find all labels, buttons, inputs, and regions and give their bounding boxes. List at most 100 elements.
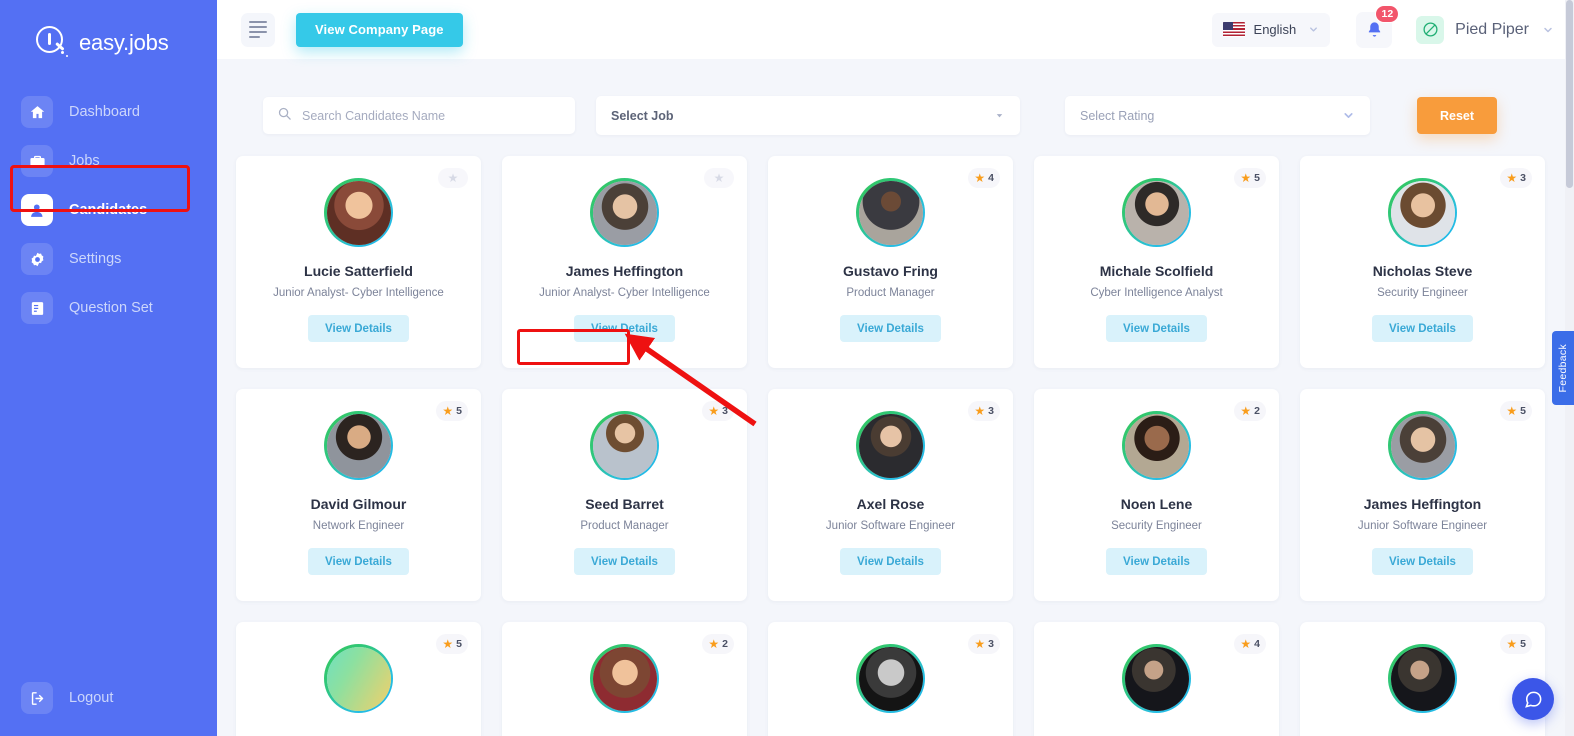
rating-badge[interactable]: ★ 5 <box>436 401 468 421</box>
rating-badge[interactable]: ★ 5 <box>1234 168 1266 188</box>
chat-bubble-icon <box>1524 691 1541 708</box>
star-icon: ★ <box>1506 171 1518 185</box>
search-input[interactable] <box>302 108 561 123</box>
candidate-role: Junior Software Engineer <box>825 520 956 532</box>
rating-badge[interactable]: ★ 4 <box>1234 634 1266 654</box>
hamburger-icon[interactable] <box>241 12 275 47</box>
candidate-name: Axel Rose <box>856 496 925 512</box>
candidate-card[interactable]: ★ 5 <box>236 622 481 736</box>
candidate-role: Cyber Intelligence Analyst <box>1090 287 1223 299</box>
view-details-button[interactable]: View Details <box>574 548 675 575</box>
view-details-button[interactable]: View Details <box>308 548 409 575</box>
view-details-button[interactable]: View Details <box>840 315 941 342</box>
candidate-card[interactable]: ★ 5 James Heffington Junior Software Engine… <box>1300 389 1545 601</box>
app-root: easy.jobs Dashboard Jobs Candidates Sett… <box>0 0 1574 736</box>
candidate-card[interactable]: ★ 3 <box>768 622 1013 736</box>
search-candidates-box[interactable] <box>263 97 575 134</box>
candidate-role: Product Manager <box>846 287 935 299</box>
select-rating-label: Select Rating <box>1080 108 1155 123</box>
candidate-role: Security Engineer <box>1111 520 1202 532</box>
rating-value: 3 <box>1520 172 1526 184</box>
candidate-name: Seed Barret <box>585 496 664 512</box>
notifications-button[interactable]: 12 <box>1356 4 1400 48</box>
candidate-name: Lucie Satterfield <box>304 263 413 279</box>
language-selector[interactable]: English <box>1211 12 1331 47</box>
rating-badge[interactable]: ★ 2 <box>1234 401 1266 421</box>
view-details-button[interactable]: View Details <box>1106 315 1207 342</box>
avatar <box>1388 178 1457 247</box>
gear-icon <box>21 243 53 275</box>
star-icon: ★ <box>708 404 720 418</box>
rating-value: 4 <box>1254 638 1260 650</box>
candidate-card[interactable]: ★ 2 Noen Lene Security Engineer View Details <box>1034 389 1279 601</box>
candidate-card[interactable]: ★ Lucie Satterfield Junior Analyst- Cyber … <box>236 156 481 368</box>
select-job-label: Select Job <box>611 108 674 123</box>
sidebar-item-dashboard[interactable]: Dashboard <box>0 92 217 132</box>
sidebar-item-settings[interactable]: Settings <box>0 239 217 279</box>
sidebar-item-jobs[interactable]: Jobs <box>0 141 217 181</box>
rating-badge[interactable]: ★ 5 <box>1500 634 1532 654</box>
candidate-card[interactable]: ★ 4 <box>1034 622 1279 736</box>
us-flag-icon <box>1222 22 1245 37</box>
logout-button[interactable]: Logout <box>0 682 113 714</box>
user-menu[interactable]: Pied Piper <box>1416 15 1556 44</box>
avatar <box>590 411 659 480</box>
feedback-label: Feedback <box>1557 343 1569 393</box>
rating-badge[interactable]: ★ 3 <box>968 401 1000 421</box>
candidate-card[interactable]: ★ 5 Michale Scolfield Cyber Intelligence An… <box>1034 156 1279 368</box>
candidate-role: Junior Software Engineer <box>1357 520 1488 532</box>
avatar <box>1122 644 1191 713</box>
rating-badge[interactable]: ★ 4 <box>968 168 1000 188</box>
avatar <box>324 178 393 247</box>
candidate-name: Noen Lene <box>1120 496 1193 512</box>
star-icon: ★ <box>447 171 459 185</box>
sidebar-item-question-set[interactable]: Question Set <box>0 288 217 328</box>
topbar: View Company Page English 12 Pied Piper <box>217 0 1574 59</box>
rating-badge[interactable]: ★ 3 <box>1500 168 1532 188</box>
avatar <box>1122 411 1191 480</box>
sidebar-item-label: Settings <box>69 251 122 267</box>
candidate-card[interactable]: ★ 2 <box>502 622 747 736</box>
brand[interactable]: easy.jobs <box>0 0 217 62</box>
view-company-page-button[interactable]: View Company Page <box>296 12 463 47</box>
view-details-button[interactable]: View Details <box>308 315 409 342</box>
candidate-card[interactable]: ★ 4 Gustavo Fring Product Manager View Detai… <box>768 156 1013 368</box>
logout-icon <box>21 682 53 714</box>
pied-piper-icon <box>1416 15 1445 44</box>
star-icon: ★ <box>1506 404 1518 418</box>
rating-badge[interactable]: ★ 2 <box>702 634 734 654</box>
rating-value: 5 <box>456 405 462 417</box>
rating-badge[interactable]: ★ <box>438 168 468 188</box>
candidate-grid: ★ Lucie Satterfield Junior Analyst- Cyber … <box>217 135 1574 736</box>
star-icon: ★ <box>442 637 454 651</box>
candidate-card[interactable]: ★ 3 Nicholas Steve Security Engineer View De… <box>1300 156 1545 368</box>
rating-badge[interactable]: ★ 3 <box>968 634 1000 654</box>
view-details-button[interactable]: View Details <box>840 548 941 575</box>
sidebar-item-label: Dashboard <box>69 104 140 120</box>
feedback-tab[interactable]: Feedback <box>1552 331 1574 405</box>
view-details-button[interactable]: View Details <box>1372 548 1473 575</box>
rating-value: 5 <box>1254 172 1260 184</box>
reset-button[interactable]: Reset <box>1417 97 1498 134</box>
view-details-button[interactable]: View Details <box>1106 548 1207 575</box>
star-icon: ★ <box>974 404 986 418</box>
rating-badge[interactable]: ★ 5 <box>436 634 468 654</box>
chat-bubble-button[interactable] <box>1512 678 1554 720</box>
select-rating-dropdown[interactable]: Select Rating <box>1065 96 1370 135</box>
candidate-card[interactable]: ★ 5 <box>1300 622 1545 736</box>
candidate-role: Security Engineer <box>1377 287 1468 299</box>
rating-badge[interactable]: ★ 3 <box>702 401 734 421</box>
rating-badge[interactable]: ★ <box>704 168 734 188</box>
candidate-card[interactable]: ★ 3 Seed Barret Product Manager View Details <box>502 389 747 601</box>
sidebar-item-candidates[interactable]: Candidates <box>0 190 217 230</box>
candidate-card[interactable]: ★ 5 David Gilmour Network Engineer View Deta… <box>236 389 481 601</box>
rating-badge[interactable]: ★ 5 <box>1500 401 1532 421</box>
view-details-button[interactable]: View Details <box>1372 315 1473 342</box>
scrollbar-thumb[interactable] <box>1566 0 1573 188</box>
view-details-button[interactable]: View Details <box>574 315 675 342</box>
avatar <box>590 178 659 247</box>
candidate-card[interactable]: ★ James Heffington Junior Analyst- Cyber I… <box>502 156 747 368</box>
select-job-dropdown[interactable]: Select Job <box>596 96 1020 135</box>
candidate-card[interactable]: ★ 3 Axel Rose Junior Software Engineer View … <box>768 389 1013 601</box>
main-content: View Company Page English 12 Pied Piper … <box>217 0 1574 736</box>
